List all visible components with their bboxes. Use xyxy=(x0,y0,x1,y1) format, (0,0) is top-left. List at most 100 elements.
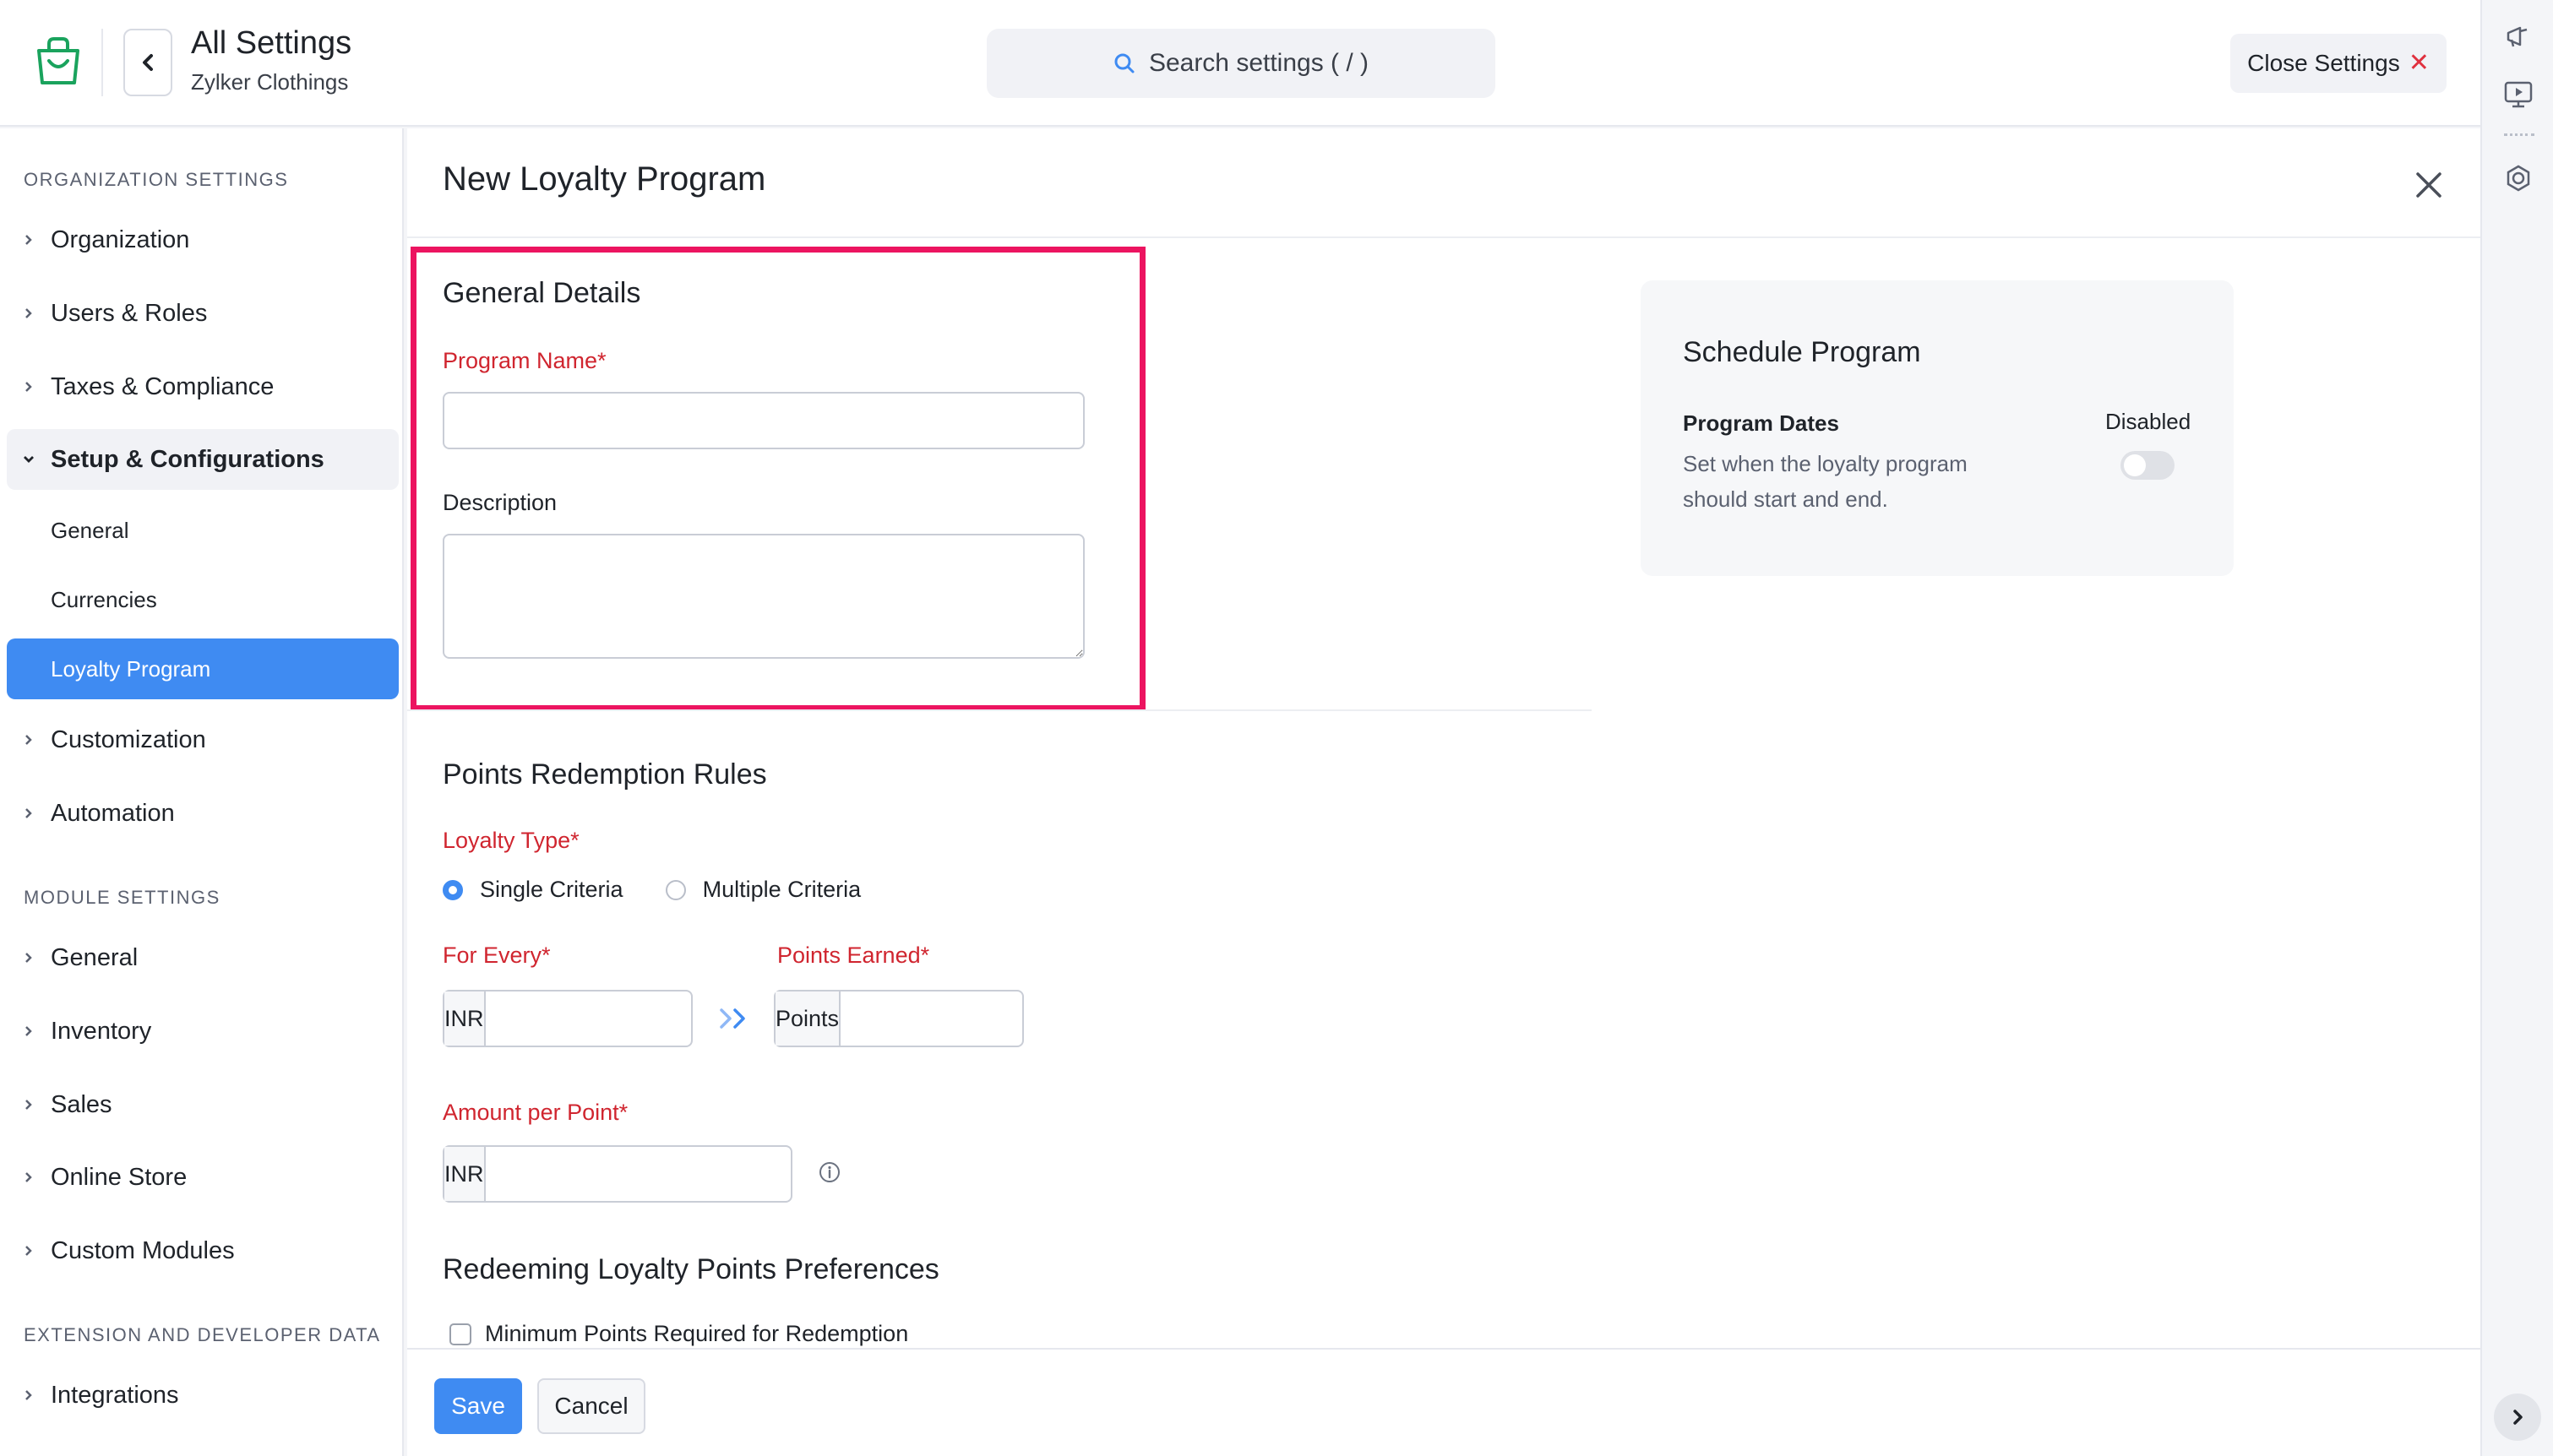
program-dates-status: Disabled xyxy=(2105,409,2191,434)
section-divider xyxy=(407,709,1592,711)
description-field[interactable] xyxy=(443,534,1085,659)
sidebar-item-automation[interactable]: Automation xyxy=(7,783,399,844)
sidebar-item-custom-modules[interactable]: Custom Modules xyxy=(7,1220,399,1281)
support-icon[interactable] xyxy=(2501,160,2536,196)
chevron-right-icon xyxy=(7,1024,51,1039)
min-points-option: Minimum Points Required for Redemption xyxy=(449,1321,908,1347)
chevron-right-icon xyxy=(7,379,51,394)
points-earned-label: Points Earned* xyxy=(777,943,930,968)
sidebar-item-module-general[interactable]: General xyxy=(7,927,399,988)
chevron-left-icon xyxy=(143,54,153,71)
sidebar-item-inventory[interactable]: Inventory xyxy=(7,1001,399,1062)
amount-per-point-label: Amount per Point* xyxy=(443,1100,629,1125)
points-addon: Points xyxy=(776,991,841,1046)
for-every-label: For Every* xyxy=(443,943,551,968)
single-criteria-radio[interactable] xyxy=(443,879,463,900)
chevron-right-icon xyxy=(7,1243,51,1258)
sidebar-item-taxes-compliance[interactable]: Taxes & Compliance xyxy=(7,356,399,417)
megaphone-icon[interactable] xyxy=(2501,19,2536,54)
close-panel-button[interactable] xyxy=(2411,167,2447,203)
search-input[interactable]: Search settings ( / ) xyxy=(987,29,1495,98)
sidebar-item-label: Inventory xyxy=(51,1017,152,1045)
loyalty-type-label: Loyalty Type* xyxy=(443,828,580,853)
schedule-program-title: Schedule Program xyxy=(1683,336,1921,368)
sidebar-item-setup-configurations[interactable]: Setup & Configurations xyxy=(7,429,399,490)
sidebar-item-label: General xyxy=(51,517,129,543)
points-earned-field[interactable] xyxy=(841,991,1161,1046)
general-details-title: General Details xyxy=(443,277,641,309)
top-header: All Settings Zylker Clothings Search set… xyxy=(0,0,2480,127)
expand-rail-button[interactable] xyxy=(2494,1394,2541,1441)
loyalty-type-options: Single Criteria Multiple Criteria xyxy=(443,877,861,903)
sidebar-item-online-store[interactable]: Online Store xyxy=(7,1147,399,1208)
for-every-field[interactable] xyxy=(485,991,805,1046)
chevron-right-icon xyxy=(7,1170,51,1185)
right-rail xyxy=(2480,0,2553,1456)
min-points-label: Minimum Points Required for Redemption xyxy=(485,1321,909,1346)
sidebar-item-label: General xyxy=(51,943,139,971)
currency-addon: INR xyxy=(444,991,486,1046)
section-heading-module: MODULE SETTINGS xyxy=(24,887,220,908)
program-name-field[interactable] xyxy=(443,392,1085,449)
page-title: All Settings xyxy=(191,25,352,61)
sidebar-item-sales[interactable]: Sales xyxy=(7,1074,399,1135)
rail-divider xyxy=(2504,133,2534,136)
sidebar-item-label: Integrations xyxy=(51,1381,179,1409)
search-placeholder: Search settings ( / ) xyxy=(1148,49,1369,77)
chevron-right-icon xyxy=(7,1097,51,1112)
sidebar-item-loyalty-program[interactable]: Loyalty Program xyxy=(7,638,399,699)
save-button[interactable]: Save xyxy=(434,1378,522,1434)
sidebar-item-currencies[interactable]: Currencies xyxy=(7,569,399,630)
close-settings-label: Close Settings xyxy=(2247,50,2400,76)
redeeming-preferences-title: Redeeming Loyalty Points Preferences xyxy=(443,1253,939,1285)
sidebar-item-label: Users & Roles xyxy=(51,299,208,327)
cancel-button[interactable]: Cancel xyxy=(537,1378,645,1434)
currency-addon: INR xyxy=(444,1147,486,1201)
shopping-bag-logo-icon xyxy=(30,34,86,90)
program-dates-label: Program Dates xyxy=(1683,410,1839,436)
close-settings-button[interactable]: Close Settings ✕ xyxy=(2230,34,2447,93)
sidebar-item-label: Setup & Configurations xyxy=(51,445,324,473)
sidebar-item-users-roles[interactable]: Users & Roles xyxy=(7,283,399,344)
close-icon xyxy=(2416,172,2441,198)
sidebar-item-label: Currencies xyxy=(51,586,157,612)
organization-name: Zylker Clothings xyxy=(191,69,349,95)
header-divider xyxy=(101,29,103,96)
panel-title: New Loyalty Program xyxy=(443,160,766,198)
multiple-criteria-label: Multiple Criteria xyxy=(702,877,862,902)
multiple-criteria-radio[interactable] xyxy=(665,879,686,900)
sidebar-item-label: Organization xyxy=(51,225,190,253)
sidebar-item-label: Automation xyxy=(51,799,175,827)
min-points-checkbox[interactable] xyxy=(449,1323,471,1345)
sidebar-item-label: Online Store xyxy=(51,1163,188,1191)
close-icon: ✕ xyxy=(2408,49,2430,77)
panel-divider xyxy=(407,236,2480,238)
sidebar-item-general[interactable]: General xyxy=(7,500,399,561)
program-dates-description: Set when the loyalty program should star… xyxy=(1683,451,1968,512)
chevron-right-icon xyxy=(7,306,51,321)
program-dates-toggle[interactable] xyxy=(2120,451,2175,480)
sidebar-item-label: Custom Modules xyxy=(51,1236,235,1264)
sidebar-item-label: Taxes & Compliance xyxy=(51,372,275,400)
back-button[interactable] xyxy=(123,29,172,96)
settings-sidebar: ORGANIZATION SETTINGS Organization Users… xyxy=(0,128,404,1456)
sidebar-item-integrations[interactable]: Integrations xyxy=(7,1365,399,1426)
description-label: Description xyxy=(443,490,558,515)
sidebar-item-organization[interactable]: Organization xyxy=(7,209,399,270)
form-footer: Save Cancel xyxy=(407,1348,2480,1456)
sidebar-item-customization[interactable]: Customization xyxy=(7,709,399,770)
points-earned-input-group: Points xyxy=(774,990,1161,1047)
amount-per-point-field[interactable] xyxy=(485,1147,805,1201)
single-criteria-label: Single Criteria xyxy=(480,877,623,902)
chevron-right-icon xyxy=(7,232,51,247)
sidebar-item-label: Sales xyxy=(51,1090,112,1118)
redemption-rules-title: Points Redemption Rules xyxy=(443,758,767,790)
for-every-input-group: INR xyxy=(443,990,805,1047)
chevron-right-icon xyxy=(2513,1410,2523,1425)
new-loyalty-program-panel: New Loyalty Program General Details Prog… xyxy=(407,128,2480,1456)
chevron-right-icon xyxy=(7,1388,51,1403)
chevron-right-icon xyxy=(7,732,51,747)
schedule-program-card: Schedule Program Program Dates Set when … xyxy=(1641,280,2234,576)
video-tutorial-icon[interactable] xyxy=(2501,76,2536,111)
info-icon[interactable] xyxy=(818,1160,841,1184)
